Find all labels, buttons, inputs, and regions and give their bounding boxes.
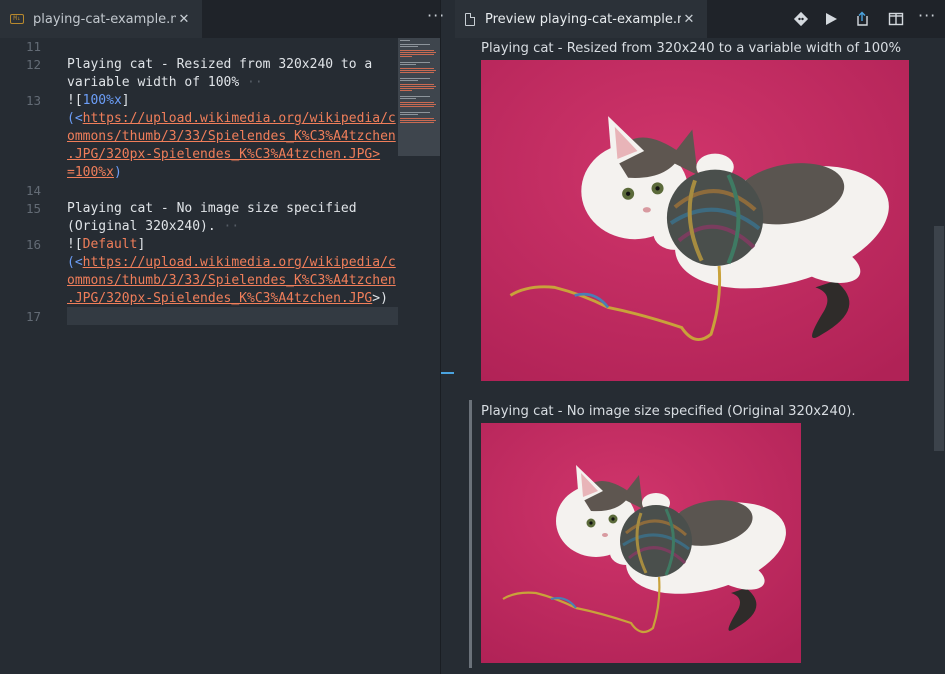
code-line: =100%x) bbox=[67, 165, 122, 180]
line-number: 15 bbox=[25, 201, 41, 216]
preview-file-icon bbox=[465, 12, 475, 26]
code-line: ![100%x] bbox=[67, 93, 130, 108]
code-line: .JPG/320px-Spielendes_K%C3%A4tzchen.JPG>… bbox=[67, 291, 388, 306]
line-number: 11 bbox=[25, 39, 41, 54]
preview-paragraph: Playing cat - No image size specified (O… bbox=[481, 404, 856, 419]
tab-label: playing-cat-example.md bbox=[33, 11, 176, 27]
line-number: 12 bbox=[25, 57, 41, 72]
editor-group: M↓ playing-cat-example.md ✕ ··· 11 12 13… bbox=[0, 0, 444, 674]
close-icon[interactable]: ✕ bbox=[681, 12, 697, 27]
code-line: variable width of 100% ·· bbox=[67, 75, 263, 90]
tab-markdown-file[interactable]: M↓ playing-cat-example.md ✕ bbox=[0, 0, 202, 38]
close-icon[interactable]: ✕ bbox=[176, 12, 192, 27]
code-line: Playing cat - No image size specified bbox=[67, 201, 357, 216]
open-source-icon[interactable] bbox=[854, 11, 870, 27]
cat-image-original bbox=[481, 423, 801, 663]
code-line: (<https://upload.wikimedia.org/wikipedia… bbox=[67, 111, 396, 126]
code-line: (Original 320x240). ·· bbox=[67, 219, 240, 234]
code-line: (<https://upload.wikimedia.org/wikipedia… bbox=[67, 255, 396, 270]
preview-paragraph: Playing cat - Resized from 320x240 to a … bbox=[481, 41, 902, 56]
line-number: 14 bbox=[25, 183, 41, 198]
code-editor[interactable]: 11 12 13 14 15 16 17 Playing cat - Resiz… bbox=[0, 38, 441, 674]
code-line: ommons/thumb/3/33/Spielendes_K%C3%A4tzch… bbox=[67, 129, 396, 144]
code-line: Playing cat - Resized from 320x240 to a bbox=[67, 57, 373, 72]
line-number: 16 bbox=[25, 237, 41, 252]
preview-group: Preview playing-cat-example.md ✕ ··· Pla… bbox=[455, 0, 945, 674]
split-editor-icon[interactable] bbox=[888, 11, 904, 27]
overview-ruler-marker bbox=[441, 372, 454, 374]
code-line: ommons/thumb/3/33/Spielendes_K%C3%A4tzch… bbox=[67, 273, 396, 288]
blockquote-bar bbox=[469, 400, 472, 668]
cat-image-resized bbox=[481, 60, 909, 381]
code-line: .JPG/320px-Spielendes_K%C3%A4tzchen.JPG> bbox=[67, 147, 381, 162]
preview-scrollbar[interactable] bbox=[934, 226, 944, 451]
line-number: 17 bbox=[25, 309, 41, 324]
ellipsis-icon[interactable]: ··· bbox=[427, 8, 445, 28]
editor-tab-bar: M↓ playing-cat-example.md ✕ ··· bbox=[0, 0, 444, 38]
preview-tab-bar: Preview playing-cat-example.md ✕ ··· bbox=[455, 0, 945, 38]
tab-label: Preview playing-cat-example.md bbox=[485, 11, 681, 27]
git-diff-icon[interactable] bbox=[793, 11, 809, 27]
tab-preview[interactable]: Preview playing-cat-example.md ✕ bbox=[455, 0, 707, 38]
code-line: ![Default] bbox=[67, 237, 146, 252]
play-icon[interactable] bbox=[823, 11, 839, 27]
markdown-preview[interactable]: Playing cat - Resized from 320x240 to a … bbox=[455, 38, 945, 674]
line-number: 13 bbox=[25, 93, 41, 108]
minimap[interactable] bbox=[398, 38, 440, 156]
markdown-icon: M↓ bbox=[10, 14, 24, 24]
group-divider[interactable] bbox=[440, 0, 441, 674]
ellipsis-icon[interactable]: ··· bbox=[918, 8, 936, 28]
